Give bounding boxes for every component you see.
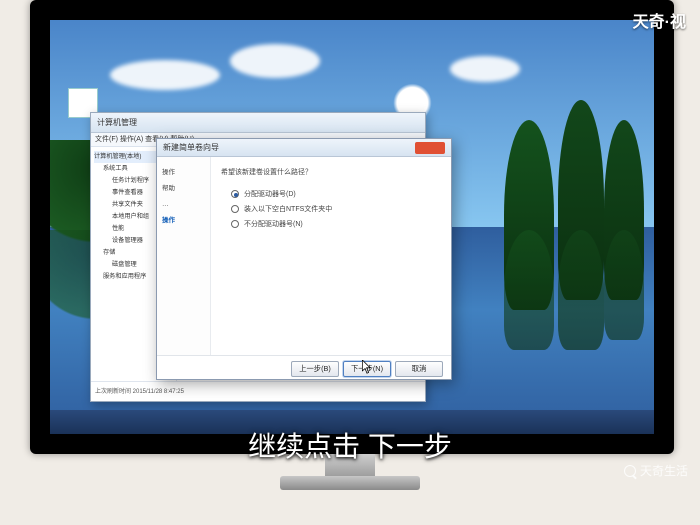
wallpaper-cloud — [230, 44, 320, 78]
new-volume-wizard: 新建简单卷向导 操作 帮助 … 操作 希望该新建卷设置什么路径？ 分配驱动器号(… — [156, 138, 452, 380]
status-bar: 上次刷新时间 2015/11/28 8:47:25 — [91, 381, 425, 401]
window-title[interactable]: 计算机管理 — [91, 113, 425, 133]
radio-icon[interactable] — [231, 190, 239, 198]
cursor-icon — [362, 360, 372, 374]
wizard-sidebar: 操作 帮助 … 操作 — [157, 157, 211, 355]
radio-option-mount-folder[interactable]: 装入以下空白NTFS文件夹中 — [231, 204, 441, 214]
radio-option-no-letter[interactable]: 不分配驱动器号(N) — [231, 219, 441, 229]
subtitle-text: 继续点击 下一步 — [0, 425, 700, 465]
monitor-frame: 计算机管理 文件(F) 操作(A) 查看(V) 帮助(H) 计算机管理(本地) … — [30, 0, 674, 454]
wizard-title-text: 新建简单卷向导 — [163, 139, 219, 157]
wallpaper-cloud — [450, 56, 520, 82]
desktop-screen: 计算机管理 文件(F) 操作(A) 查看(V) 帮助(H) 计算机管理(本地) … — [50, 20, 654, 434]
wizard-side-item: … — [162, 197, 205, 213]
radio-icon[interactable] — [231, 205, 239, 213]
radio-icon[interactable] — [231, 220, 239, 228]
wallpaper-reflection — [604, 230, 644, 340]
wallpaper-cloud — [110, 60, 220, 90]
wizard-side-item: 帮助 — [162, 181, 205, 197]
watermark-top: 天奇·视 — [633, 8, 686, 32]
radio-option-assign-letter[interactable]: 分配驱动器号(D) — [231, 189, 441, 199]
wallpaper-reflection — [558, 230, 604, 350]
wizard-footer: 上一步(B) 下一步(N) 取消 — [157, 355, 451, 381]
close-icon[interactable] — [415, 142, 445, 154]
wizard-prompt: 希望该新建卷设置什么路径？ — [221, 167, 441, 177]
wizard-side-item: 操作 — [162, 213, 205, 229]
wallpaper-reflection — [504, 230, 554, 350]
radio-label: 不分配驱动器号(N) — [244, 219, 303, 229]
search-icon — [624, 465, 636, 477]
back-button[interactable]: 上一步(B) — [291, 361, 339, 377]
cancel-button[interactable]: 取消 — [395, 361, 443, 377]
wizard-main: 希望该新建卷设置什么路径？ 分配驱动器号(D) 装入以下空白NTFS文件夹中 不… — [211, 157, 451, 355]
radio-label: 分配驱动器号(D) — [244, 189, 296, 199]
wizard-side-item: 操作 — [162, 165, 205, 181]
radio-label: 装入以下空白NTFS文件夹中 — [244, 204, 332, 214]
